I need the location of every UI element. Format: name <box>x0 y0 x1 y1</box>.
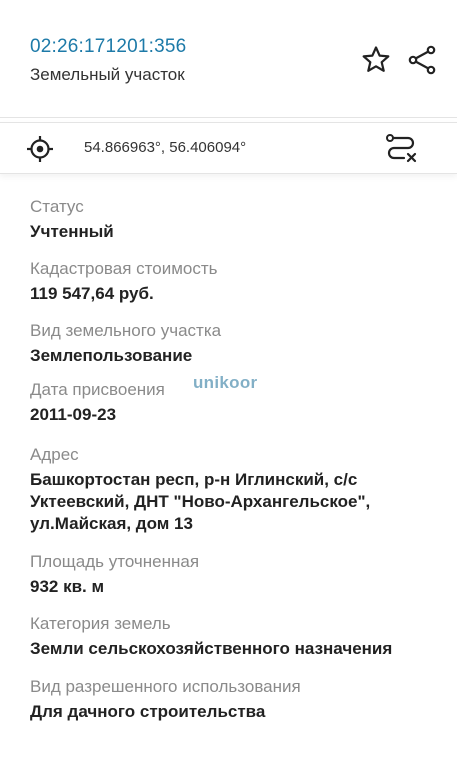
locate-button[interactable] <box>26 135 54 163</box>
field-label: Статус <box>30 197 84 216</box>
field-land-category: Категория земель Земли сельскохозяйствен… <box>30 613 440 660</box>
star-outline-icon <box>362 46 390 72</box>
field-label: Адрес <box>30 445 79 464</box>
field-status: Статус Учтенный <box>30 196 440 243</box>
field-value: Учтенный <box>30 222 114 241</box>
field-label: Площадь уточненная <box>30 552 200 571</box>
field-value: Земли сельскохозяйственного назначения <box>30 639 393 658</box>
field-cadastral-cost: Кадастровая стоимость 119 547,64 руб. <box>30 258 440 305</box>
favorite-button[interactable] <box>360 44 392 76</box>
field-label: Категория земель <box>30 614 171 633</box>
crosshair-location-icon <box>27 136 53 162</box>
watermark-logo: unikoor <box>193 373 258 392</box>
field-label: Вид земельного участка <box>30 321 222 340</box>
field-permitted-use: Вид разрешенного использования Для дачно… <box>30 676 440 723</box>
field-value: 119 547,64 руб. <box>30 284 154 303</box>
field-area: Площадь уточненная 932 кв. м <box>30 551 440 598</box>
field-value: Башкортостан респ, р-н Иглинский, с/с Ук… <box>30 470 371 533</box>
share-button[interactable] <box>406 44 438 76</box>
route-button[interactable] <box>384 132 418 166</box>
header: 02:26:171201:356 Земельный участок <box>0 0 457 118</box>
field-address: Адрес Башкортостан респ, р-н Иглинский, … <box>30 444 440 535</box>
coordinates-text[interactable]: 54.866963°, 56.406094° <box>84 139 246 156</box>
field-value: 2011-09-23 <box>30 405 117 424</box>
field-value: Землепользование <box>30 346 193 365</box>
field-land-type: Вид земельного участка Землепользование <box>30 320 440 367</box>
field-label: Вид разрешенного использования <box>30 677 301 696</box>
share-icon <box>408 45 436 75</box>
field-label: Кадастровая стоимость <box>30 259 218 278</box>
field-value: 932 кв. м <box>30 577 105 596</box>
route-icon <box>386 134 417 163</box>
cadastral-number[interactable]: 02:26:171201:356 <box>30 36 186 58</box>
coordinates-bar: 54.866963°, 56.406094° <box>0 122 457 174</box>
field-value: Для дачного строительства <box>30 702 266 721</box>
object-type: Земельный участок <box>30 65 185 84</box>
